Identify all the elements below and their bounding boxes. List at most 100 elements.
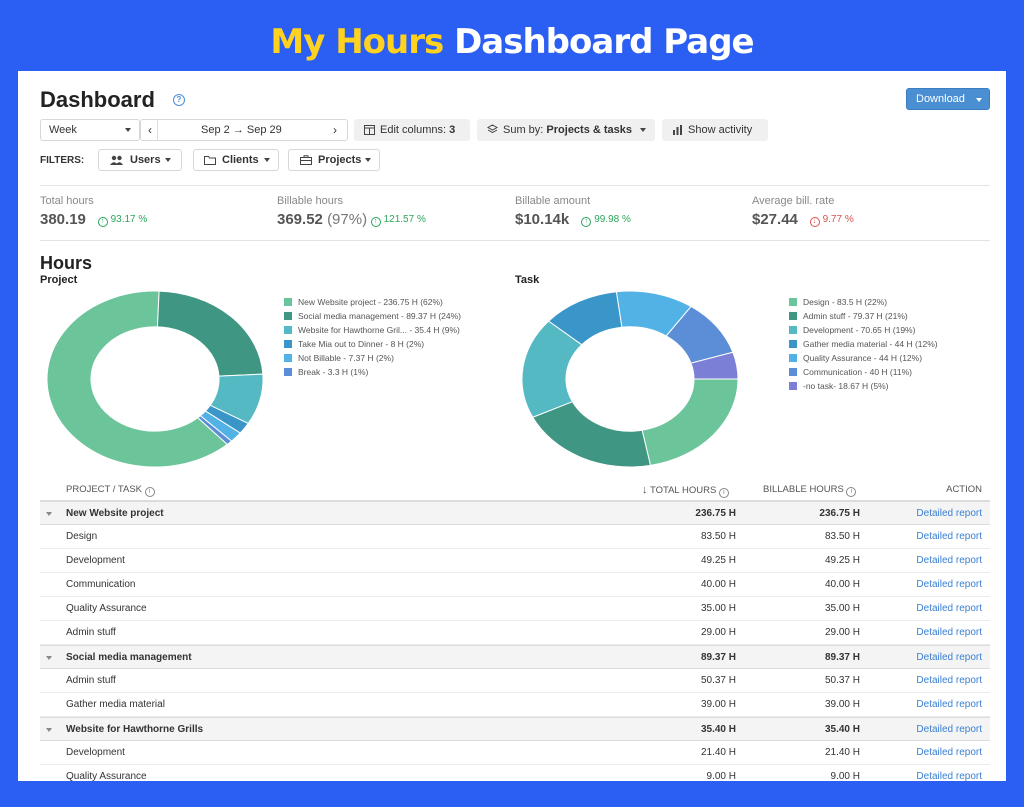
legend-item[interactable]: Break - 3.3 H (1%) [284,365,461,379]
project-donut-chart [47,291,263,467]
row-total-hours: 49.25 H [700,555,736,566]
date-range-picker[interactable]: ‹ Sep 2 → Sep 29 › [140,119,348,141]
col-total-hours[interactable]: ↓ TOTAL HOURS i [642,484,732,498]
show-activity-button[interactable]: Show activity [662,119,768,141]
row-billable-hours: 49.25 H [824,555,860,566]
row-name: Quality Assurance [66,771,147,781]
collapse-caret-icon[interactable] [46,656,52,660]
legend-swatch [789,382,797,390]
page-title: Dashboard [40,87,155,112]
project-group-row: Website for Hawthorne Grills 35.40 H 35.40… [40,717,990,741]
edit-columns-text: Edit columns: 3 [380,124,456,136]
detailed-report-link[interactable]: Detailed report [916,531,982,542]
edit-columns-button[interactable]: Edit columns: 3 [354,119,470,141]
chevron-left-icon[interactable]: ‹ [148,120,152,140]
help-icon[interactable]: ? [173,94,185,106]
filters-label: FILTERS: [40,155,85,166]
row-billable-hours: 35.00 H [824,603,860,614]
col-project-task[interactable]: PROJECT / TASK i [66,484,158,497]
legend-item[interactable]: Communication - 40 H (11%) [789,365,938,379]
period-select[interactable]: Week [40,119,140,141]
detailed-report-link[interactable]: Detailed report [916,508,982,519]
row-total-hours: 39.00 H [700,699,736,710]
projects-filter[interactable]: Projects [288,149,380,171]
task-legend: Design - 83.5 H (22%) Admin stuff - 79.37… [789,295,938,393]
collapse-caret-icon[interactable] [46,512,52,516]
detailed-report-link[interactable]: Detailed report [916,555,982,566]
layers-icon [487,124,498,134]
detailed-report-link[interactable]: Detailed report [916,724,982,735]
banner-rest: Dashboard Page [454,22,755,62]
row-total-hours: 89.37 H [700,652,736,663]
arrow-up-icon: ↑ [581,217,592,227]
project-chart-label: Project [40,274,78,286]
legend-item[interactable]: Admin stuff - 79.37 H (21%) [789,309,938,323]
chevron-right-icon[interactable]: › [333,120,337,140]
row-total-hours: 83.50 H [700,531,736,542]
col-billable-hours[interactable]: BILLABLE HOURS i [763,484,859,497]
legend-label: Website for Hawthorne Gril... - 35.4 H (… [298,325,460,335]
sum-by-button[interactable]: Sum by: Projects & tasks [477,119,655,141]
donut-slice[interactable] [156,291,263,377]
divider [40,240,990,241]
legend-swatch [284,326,292,334]
row-billable-hours: 39.00 H [824,699,860,710]
row-name: Quality Assurance [66,603,147,614]
task-row: Communication 40.00 H 40.00 H Detailed repo… [40,573,990,597]
columns-icon [364,125,375,135]
detailed-report-link[interactable]: Detailed report [916,699,982,710]
legend-item[interactable]: Not Billable - 7.37 H (2%) [284,351,461,365]
legend-item[interactable]: Development - 70.65 H (19%) [789,323,938,337]
hours-heading: Hours [40,253,93,273]
project-group-row: New Website project 236.75 H 236.75 H Detai… [40,501,990,525]
legend-item[interactable]: Quality Assurance - 44 H (12%) [789,351,938,365]
stat-label: Total hours [40,195,94,207]
row-total-hours: 29.00 H [700,627,736,638]
banner-title: My Hours Dashboard Page [0,22,1024,62]
row-name: Admin stuff [66,627,116,638]
users-filter[interactable]: Users [98,149,182,171]
projects-label: Projects [318,154,362,166]
info-icon: i [718,488,729,498]
arrow-up-icon: ↑ [370,217,381,227]
stat-number: $27.44 [752,211,798,228]
legend-item[interactable]: Take Mia out to Dinner - 8 H (2%) [284,337,461,351]
collapse-caret-icon[interactable] [46,728,52,732]
chevron-down-icon [165,158,171,162]
legend-item[interactable]: New Website project - 236.75 H (62%) [284,295,461,309]
legend-item[interactable]: Social media management - 89.37 H (24%) [284,309,461,323]
legend-label: Take Mia out to Dinner - 8 H (2%) [298,339,425,349]
stat-value: $27.44 [752,211,798,228]
legend-swatch [789,326,797,334]
legend-swatch [284,354,292,362]
row-total-hours: 35.00 H [700,603,736,614]
stat-change-value: 121.57 % [383,214,426,225]
detailed-report-link[interactable]: Detailed report [916,627,982,638]
legend-swatch [284,312,292,320]
detailed-report-link[interactable]: Detailed report [916,675,982,686]
stat-number: $10.14k [515,211,570,228]
legend-item[interactable]: Website for Hawthorne Gril... - 35.4 H (… [284,323,461,337]
briefcase-icon [300,155,312,165]
detailed-report-link[interactable]: Detailed report [916,579,982,590]
chevron-down-icon [365,158,371,162]
bar-chart-icon [673,125,682,135]
table-header: PROJECT / TASK i ↓ TOTAL HOURS i BILLABL… [40,479,990,501]
divider [40,185,990,186]
row-billable-hours: 83.50 H [824,531,860,542]
download-button[interactable]: Download [906,88,990,110]
donut-slice[interactable] [532,401,652,467]
row-name: Gather media material [66,699,165,710]
legend-item[interactable]: -no task- 18.67 H (5%) [789,379,938,393]
detailed-report-link[interactable]: Detailed report [916,747,982,758]
row-billable-hours: 29.00 H [824,627,860,638]
legend-item[interactable]: Gather media material - 44 H (12%) [789,337,938,351]
detailed-report-link[interactable]: Detailed report [916,771,982,781]
clients-filter[interactable]: Clients [193,149,279,171]
detailed-report-link[interactable]: Detailed report [916,652,982,663]
donut-slice[interactable] [641,378,738,466]
legend-item[interactable]: Design - 83.5 H (22%) [789,295,938,309]
row-name: Social media management [66,652,192,663]
row-total-hours: 9.00 H [706,771,736,781]
detailed-report-link[interactable]: Detailed report [916,603,982,614]
